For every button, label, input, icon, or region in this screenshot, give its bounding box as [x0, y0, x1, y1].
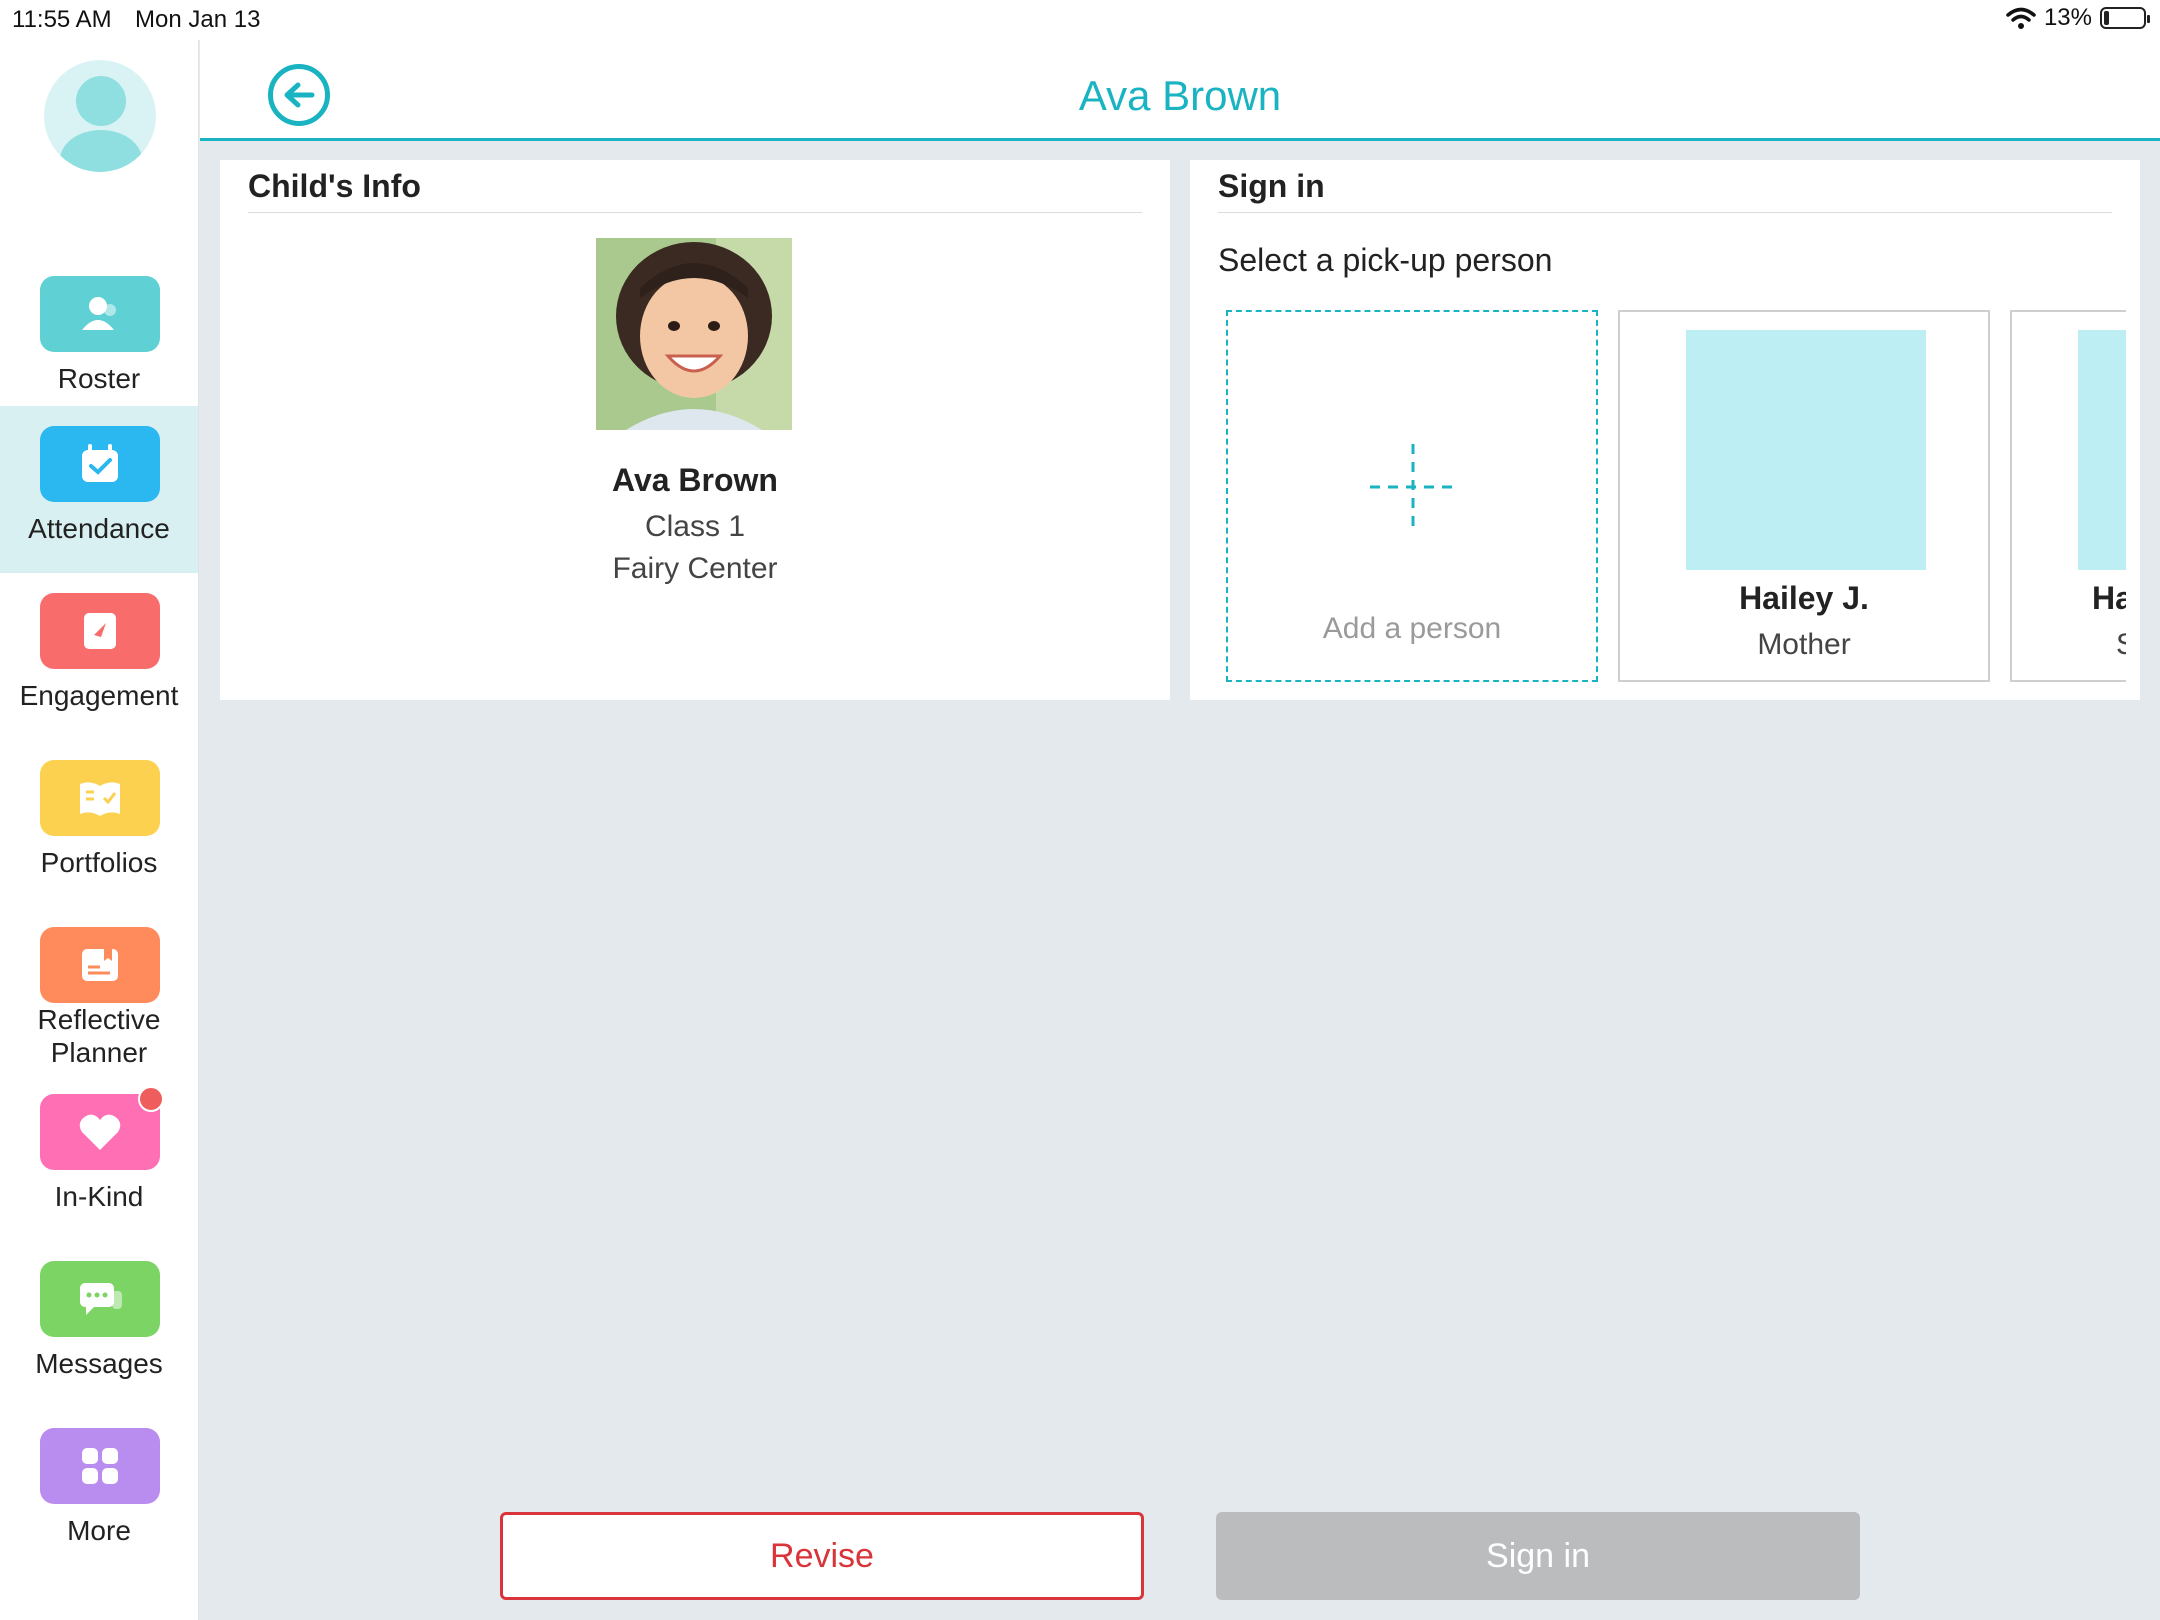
status-indicators: 13%: [2006, 4, 2150, 32]
page-title: Ava Brown: [1078, 72, 1282, 119]
sidebar-item-label: In-Kind: [54, 1181, 144, 1212]
sidebar-item-label: Roster: [57, 363, 141, 394]
attendance-icon: [40, 426, 160, 502]
pickup-prompt: Select a pick-up person: [1218, 242, 1553, 278]
roster-icon: [40, 276, 160, 352]
messages-icon: [40, 1261, 160, 1337]
status-bar: 11:55 AM Mon Jan 13 13%: [0, 0, 2160, 40]
sidebar-item-messages[interactable]: Messages: [0, 1241, 198, 1408]
sidebar-item-roster[interactable]: Roster: [0, 256, 198, 423]
pickup-person-list[interactable]: Add a person Hailey J. Mother Ha S: [1226, 310, 2126, 682]
plus-icon: [1370, 444, 1456, 530]
pickup-person-card[interactable]: Hailey J. Mother: [1618, 310, 1990, 682]
sidebar-item-label: Attendance: [28, 513, 170, 544]
sidebar-item-more[interactable]: More: [0, 1408, 198, 1575]
sidebar-item-label: Reflective Planner: [37, 1004, 161, 1068]
sign-in-panel: Sign in Select a pick-up person Add a pe…: [1190, 160, 2140, 700]
status-time: 11:55 AM: [12, 6, 112, 33]
sidebar-item-reflective-planner[interactable]: Reflective Planner: [0, 907, 198, 1074]
person-name: Ha: [2092, 580, 2126, 616]
add-person-label: Add a person: [1322, 612, 1502, 645]
planner-icon: [40, 927, 160, 1003]
sidebar-item-engagement[interactable]: Engagement: [0, 573, 198, 740]
notification-badge: [138, 1086, 164, 1112]
user-avatar[interactable]: [44, 60, 156, 172]
sidebar-item-label: Messages: [35, 1348, 163, 1379]
portfolios-icon: [40, 760, 160, 836]
divider: [1218, 212, 2112, 213]
sidebar-item-in-kind[interactable]: In-Kind: [0, 1074, 198, 1241]
sidebar: Roster Attendance Engagement Portfolios …: [0, 40, 199, 1620]
sidebar-item-attendance[interactable]: Attendance: [0, 406, 198, 573]
sign-in-title: Sign in: [1218, 168, 1325, 204]
sidebar-item-label: More: [67, 1515, 131, 1546]
wifi-icon: [2006, 7, 2036, 29]
child-photo: [596, 238, 792, 430]
person-photo: [1686, 330, 1926, 570]
sidebar-item-label: Portfolios: [40, 847, 158, 878]
engagement-icon: [40, 593, 160, 669]
battery-percent: 13%: [2043, 4, 2092, 31]
sidebar-item-portfolios[interactable]: Portfolios: [0, 740, 198, 907]
child-name: Ava Brown: [612, 462, 778, 498]
status-date: Mon Jan 13: [135, 6, 261, 33]
page-header: Ava Brown: [200, 40, 2160, 141]
child-class: Class 1: [644, 510, 746, 543]
add-person-card[interactable]: Add a person: [1226, 310, 1598, 682]
person-photo: [2078, 330, 2126, 570]
person-name: Hailey J.: [1739, 580, 1869, 616]
child-center: Fairy Center: [612, 552, 778, 585]
sidebar-item-label: Engagement: [19, 680, 179, 711]
child-info-title: Child's Info: [248, 168, 421, 204]
pickup-person-card[interactable]: Ha S: [2010, 310, 2126, 682]
more-icon: [40, 1428, 160, 1504]
sign-in-button[interactable]: Sign in: [1216, 1512, 1860, 1600]
person-role: S: [2116, 628, 2126, 662]
person-role: Mother: [1757, 628, 1851, 661]
battery-icon: [2100, 7, 2150, 29]
revise-button[interactable]: Revise: [500, 1512, 1144, 1600]
divider: [248, 212, 1142, 213]
child-info-panel: Child's Info Ava Brown Class 1 Fairy Cen…: [220, 160, 1170, 700]
